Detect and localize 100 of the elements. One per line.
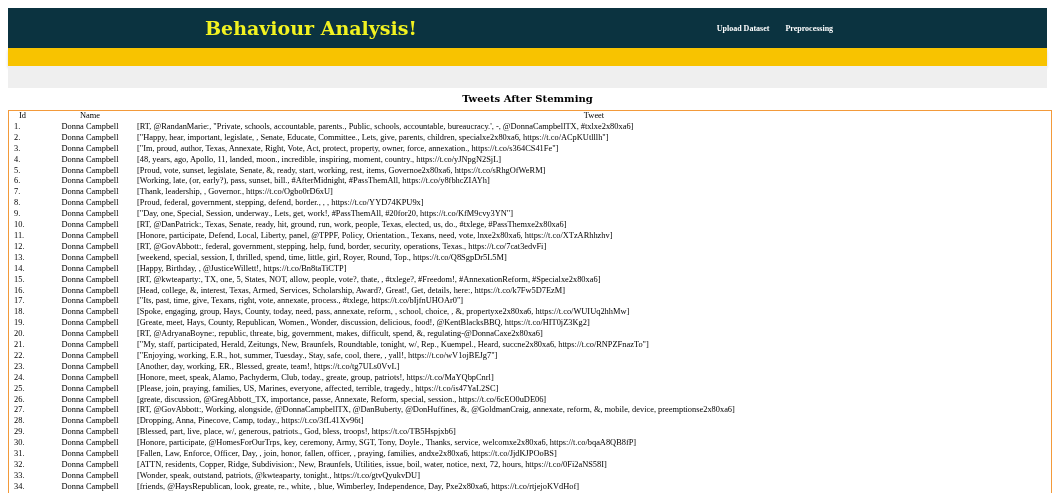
table-cell-text: [Honore, participate, Defend, Local, Liberty, panel, @TPPF, Policy, Orientation., Texans, need, vote, lnxe2x80xa6, https://t.co/XTzARhhzhv] (136, 230, 614, 242)
table-cell-text: Donna Campbell (60, 198, 120, 210)
table-cell-text: Donna Campbell (60, 470, 120, 482)
table-cell-text: [ATTN, residents, Copper, Ridge, Subdivision:, New, Braunfels, Utilities, issue, boil, water, notice, next, 72, hours, https://t.co/0Fi2aNS58I] (136, 460, 608, 471)
table-cell-text: Donna Campbell (60, 154, 120, 166)
table-cell-text: Donna Campbell (60, 460, 120, 471)
table-cell-text: ["Day, one, Special, Session, underway., Lets, get, work!, #PassThemAll, #20for20, https://t.co/KfM9cvy3YN"] (136, 209, 515, 221)
table-cell-text: 9. (13, 209, 22, 221)
table-cell-text: 31. (13, 449, 26, 460)
table-cell-text: 26. (13, 394, 26, 406)
table-cell-text: [RT, @DanPatrick:, Texas, Senate, ready, hit, ground, run, work, people, Texas, elected, us, do., #txlege, #PassThemxe2x80xa6] (136, 220, 568, 231)
table-cell-text: 4. (13, 154, 22, 166)
table-cell-text: 22. (13, 350, 26, 362)
column-header: Name (79, 111, 101, 122)
table-cell-text: Donna Campbell (60, 394, 120, 406)
table-cell-text: 19. (13, 318, 26, 330)
table-cell-text: [Spoke, engaging, group, Hays, County, today, need, pass, annexate, reform, , school, choice, , &, propertyxe2x80xa6, https://t.co/WUIUq2hhMw] (136, 307, 631, 319)
table-cell-text: 34. (13, 481, 26, 493)
table-cell-text: 14. (13, 263, 26, 275)
table-cell-text: [RT, @AdryanaBoyne:, republic, threate, big, government, makes, difficult, spend, &, regulating-@DonnaCaxe2x80xa6] (136, 329, 544, 341)
table-cell-text: Donna Campbell (60, 220, 120, 231)
table-cell-text: [Thank, leadership, , Governor., https://t.co/Ogbo0rD6xU] (136, 187, 334, 199)
table-cell-text: [Blessed, part, live, place, w/, generous, patriots., God, bless, troops!, https://t.co/TB5Hspjxb6] (136, 427, 457, 439)
table-cell-text: [Proud, federal, government, stepping, defend, border., , , https://t.co/YYD74KPU9x] (136, 198, 425, 210)
table-cell-text: [greate, discussion, @GregAbbott_TX, importance, passe, Annexate, Reform, special, session., https://t.co/6cEO0uDE06] (136, 394, 548, 406)
table-cell-text: Donna Campbell (60, 121, 120, 133)
table-cell-text: Donna Campbell (60, 383, 120, 395)
table-cell-text: [RT, @GovAbbott:, federal, government, stepping, help, fund, border, security, operations, Texas., https://t.co/7cat3edvFi] (136, 241, 548, 253)
table-cell-text: 15. (13, 274, 26, 286)
table-cell-text: 23. (13, 361, 26, 373)
table-cell-text: Donna Campbell (60, 361, 120, 373)
table-cell-text: Donna Campbell (60, 132, 120, 144)
table-cell-text: Donna Campbell (60, 165, 120, 177)
table-cell-text: [Fallen, Law, Enforce, Officer, Day, , join, honor, fallen, officer, , praying, families, andxe2x80xa6, https://t.co/JjdKJPOoBS] (136, 449, 558, 460)
table-cell-text: Donna Campbell (60, 176, 120, 188)
section-title: Tweets After Stemming (461, 92, 594, 106)
table-cell-text: 27. (13, 405, 26, 417)
column-header: Id (18, 111, 27, 122)
table-cell-text: [Happy, Birthday, , @JusticeWillett!, https://t.co/Bn8taTiCTP] (136, 263, 348, 275)
table-cell-text: [48, years, ago, Apollo, 11, landed, moon., incredible, inspiring, moment, country., https://t.co/yJNpgN2SjL] (136, 154, 503, 166)
table-cell-text: Donna Campbell (60, 372, 120, 384)
table-cell-text: Donna Campbell (60, 209, 120, 221)
nav-link[interactable]: Upload Dataset (716, 23, 770, 33)
table-cell-text: 7. (13, 187, 22, 199)
table-cell-text: 18. (13, 307, 26, 319)
table-cell-text: 2. (13, 132, 22, 144)
table-cell-text: [RT, @kwteaparty:, TX, one, 5, States, NOT, allow, people, vote?, thate, , #txlege?, #Freedom!, #AnnexationReform, #Specialxe2x80xa6] (136, 274, 602, 286)
table-cell-text: Donna Campbell (60, 307, 120, 319)
table-cell-text: Donna Campbell (60, 329, 120, 341)
table-cell-text: [Wonder, speak, outstand, patriots, @kwteaparty, tonight., https://t.co/gtvQyukvDU] (136, 470, 421, 482)
table-cell-text: 24. (13, 372, 26, 384)
table-cell-text: 10. (13, 220, 26, 231)
table-cell-text: [Dropping, Anna, Pinecove, Camp, today., https://t.co/3fL41Xv96t] (136, 416, 365, 428)
table-cell-text: 5. (13, 165, 22, 177)
table-cell-text: ["My, staff, participated, Herald, Zeitungs, New, Braunfels, Roundtable, tonight, w/, Rep., Kuempel., Heard, succne2x80xa6, https://t.co/RNPZFnazTo"] (136, 340, 650, 351)
table-cell-text: 8. (13, 198, 22, 210)
table-cell-text: [Head, college, &, interest, Texas, Armed, Services, Scholarship, Award?, Great!, Get, details, here:, https://t.co/k7Fw5D7EzM] (136, 285, 567, 297)
table-cell-text: Donna Campbell (60, 285, 120, 297)
table-cell-text: ["Im, proud, author, Texas, Annexate, Right, Vote, Act, protect, property, owner, force, annexation., https://t.co/s364CS41Fe"] (136, 143, 560, 155)
table-cell-text: 25. (13, 383, 26, 395)
table-cell-text: Donna Campbell (60, 405, 120, 417)
table-cell-text: Donna Campbell (60, 340, 120, 351)
table-cell-text: [RT, @GovAbbott:, Working, alongside, @DonnaCampbellTX, @DanBuberty, @DonHuffines, &, @GoldmanCraig, annexate, reform, &, mobile, device, preemptionse2x80xa6] (136, 405, 736, 417)
table-cell-text: 3. (13, 143, 22, 155)
table-cell-text: ["Enjoying, working, E.R., hot, summer, Tuesday., Stay, safe, cool, there, , yall!, https://t.co/wV1ojBEJg7"] (136, 350, 499, 362)
table-cell-text: Donna Campbell (60, 416, 120, 428)
table-cell-text: [Honore, meet, speak, Alamo, Pachyderm, Club, today., greate, group, patriots!, https://t.co/MaYQbpCnrl] (136, 372, 495, 384)
table-cell-text: [Proud, vote, sunset, legislate, Senate, &, ready, start, working, rest, items, Governoe2x80xa6, https://t.co/sRhgOfWeRM] (136, 165, 547, 177)
table-cell-text: Donna Campbell (60, 296, 120, 308)
table-cell-text: Donna Campbell (60, 481, 120, 493)
nav-link[interactable]: Preprocessing (785, 23, 834, 33)
table-cell-text: 30. (13, 438, 26, 450)
table-cell-text: 11. (13, 230, 26, 242)
column-header: Tweet (582, 111, 606, 122)
table-cell-text: Donna Campbell (60, 241, 120, 253)
table-cell-text: [Working, late, (or, early?), pass, sunset, bill., #AfterMidnight, #PassThemAll, https://t.co/y8fbhcZIAYh] (136, 176, 491, 188)
table-cell-text: [Another, day, working, ER., Blessed, greate, team!, https://t.co/tg7ULs0VvL] (136, 361, 401, 373)
table-cell-text: 20. (13, 329, 26, 341)
table-cell-text: 17. (13, 296, 26, 308)
table-cell-text: ["Its, past, time, give, Texans, right, vote, annexate, process., #txlege, https://t.co/bIjfnUHOAr0"] (136, 296, 465, 308)
table-cell-text: [weekend, special, session, I, thrilled, spend, time, little, girl, Royer, Round, Top., https://t.co/Q8SgpDr5L5M] (136, 252, 508, 264)
table-cell-text: 29. (13, 427, 26, 439)
app-title: Behaviour Analysis! (205, 17, 417, 39)
table-cell-text: Donna Campbell (60, 143, 120, 155)
table-cell-text: 1. (13, 121, 22, 133)
table-cell-text: Donna Campbell (60, 427, 120, 439)
table-cell-text: 32. (13, 460, 26, 471)
table-cell-text: 6. (13, 176, 22, 188)
table-cell-text: Donna Campbell (60, 187, 120, 199)
table-cell-text: 16. (13, 285, 26, 297)
table-cell-text: [RT, @RandanMarie:, "Private, schools, accountable, parents., Public, schools, accountable, bureaucracy.', -, @DonnaCampbellTX, #txlxe2x80xa6] (136, 121, 635, 133)
table-cell-text: [friends, @HaysRepublican, look, greate, re., white, , blue, Wimberley, Independence, Day, Pxe2x80xa6, https://t.co/rtjejoKVdHof] (136, 481, 580, 493)
table-cell-text: [Please, join, praying, families, US, Marines, everyone, affected, terrible, tragedy., https://t.co/is47YaL2SC] (136, 383, 500, 395)
table-cell-text: 13. (13, 252, 26, 264)
table-cell-text: Donna Campbell (60, 252, 120, 264)
table-cell-text: Donna Campbell (60, 438, 120, 450)
table-cell-text: Donna Campbell (60, 263, 120, 275)
table-cell-text: Donna Campbell (60, 274, 120, 286)
table-cell-text: Donna Campbell (60, 350, 120, 362)
table-cell-text: Donna Campbell (60, 318, 120, 330)
